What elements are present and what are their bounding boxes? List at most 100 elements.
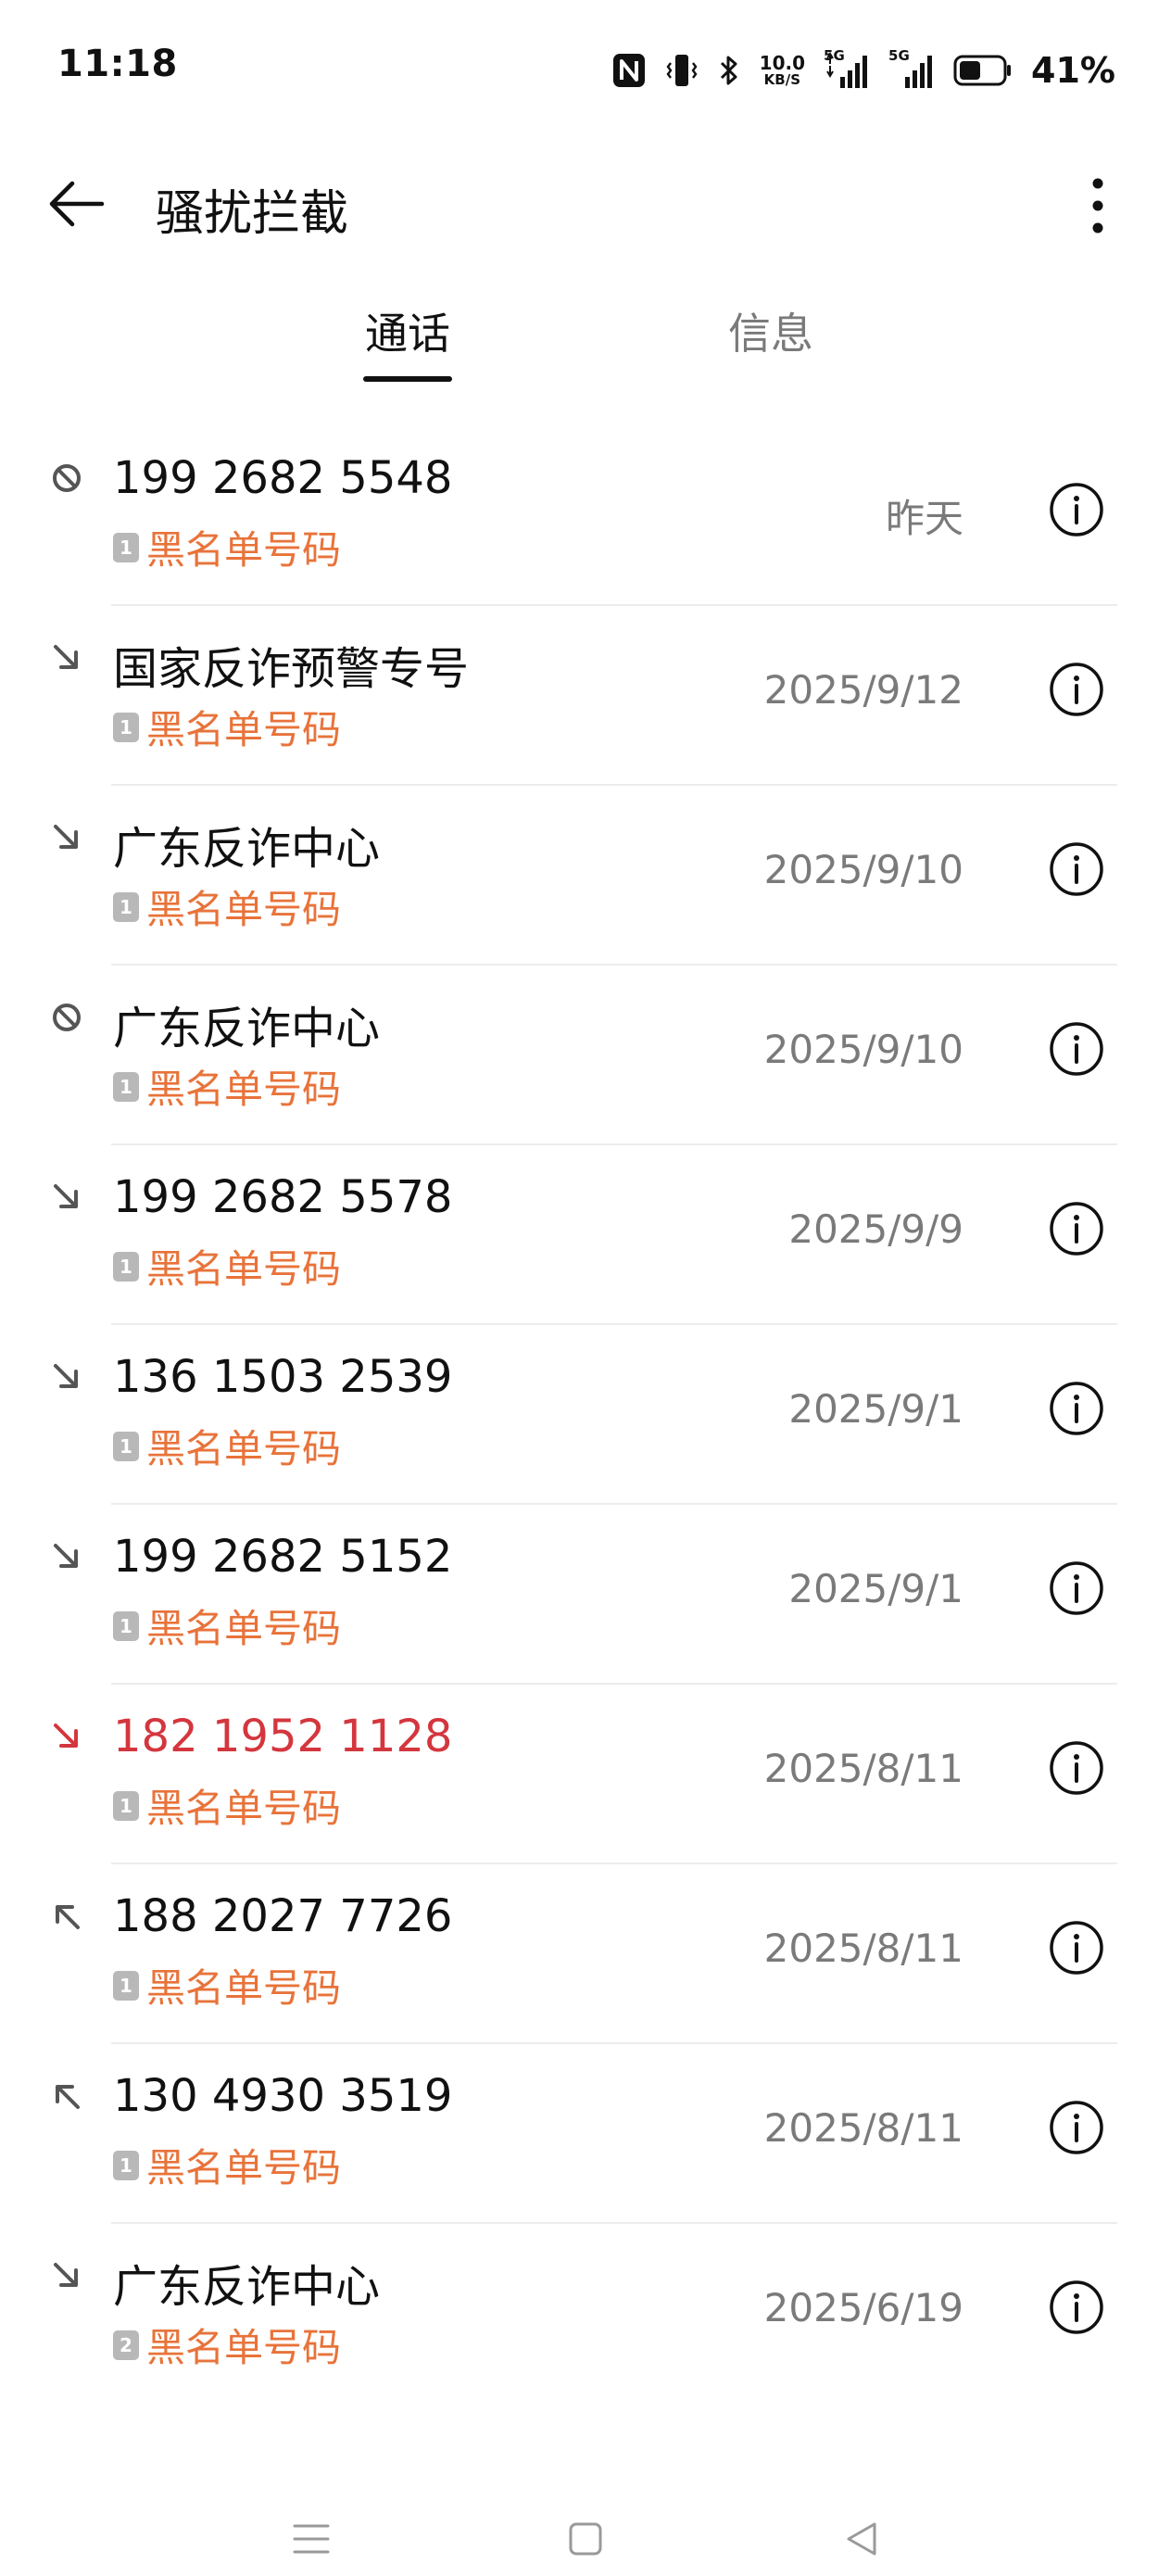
battery-percent: 41% [1031,50,1115,91]
outgoing-call-icon [48,1898,85,1935]
tag-line: 1 黑名单号码 [113,2137,341,2193]
call-date: 昨天 [885,496,963,541]
tag-line: 1 黑名单号码 [113,519,341,575]
call-info-button[interactable] [1047,1918,1106,1977]
call-row[interactable]: 199 2682 5152 1 黑名单号码 2025/9/1 [0,1505,1171,1685]
network-speed-value: 10.0 [759,52,806,74]
incoming-call-icon [48,639,85,676]
blacklist-tag: 黑名单号码 [146,1606,342,1651]
call-row[interactable]: 136 1503 2539 1 黑名单号码 2025/9/1 [0,1325,1171,1505]
caller-name: 广东反诈中心 [113,823,381,875]
blocked-calls-screen: 11:18 10.0 KB/S 5G 5G 41% 骚扰拦截 通话 信息 199… [0,0,1171,2576]
missed-call-icon [48,1718,85,1755]
sim-badge: 1 [113,1071,139,1102]
call-date: 2025/9/10 [763,1027,963,1072]
info-icon [1050,663,1103,716]
page-title: 骚扰拦截 [156,186,349,242]
caller-name: 199 2682 5578 [113,1171,453,1223]
sim-badge: 1 [113,712,139,742]
back-triangle-icon [847,2522,876,2556]
call-date: 2025/9/9 [788,1206,963,1252]
blacklist-tag: 黑名单号码 [146,1067,342,1112]
status-icons: 10.0 KB/S 5G 5G 41% [611,46,1115,95]
tag-line: 1 黑名单号码 [113,1957,341,2014]
sim-badge: 1 [113,1431,139,1461]
call-row[interactable]: 199 2682 5578 1 黑名单号码 2025/9/9 [0,1145,1171,1325]
call-row[interactable]: 国家反诈预警专号 1 黑名单号码 2025/9/12 [0,606,1171,786]
incoming-call-icon [48,1179,85,1216]
call-row[interactable]: 188 2027 7726 1 黑名单号码 2025/8/11 [0,1864,1171,2044]
call-info-button[interactable] [1047,660,1106,719]
system-back-button[interactable] [825,2502,899,2576]
info-icon [1050,1921,1103,1975]
call-date: 2025/9/1 [788,1386,963,1432]
call-row[interactable]: 广东反诈中心 1 黑名单号码 2025/9/10 [0,966,1171,1145]
tag-line: 1 黑名单号码 [113,699,341,755]
signal-1-label: 5G [824,47,845,64]
sim-badge: 1 [113,1790,139,1821]
outgoing-call-icon [48,2077,85,2115]
app-header: 骚扰拦截 [0,158,1171,250]
active-tab-indicator [363,376,452,382]
call-date: 2025/8/11 [763,2105,963,2151]
call-date: 2025/8/11 [763,1926,963,1971]
home-button[interactable] [548,2502,623,2576]
tab-bar: 通话 信息 [0,287,1171,389]
recent-apps-button[interactable] [274,2502,348,2576]
more-options-button[interactable] [1075,170,1121,241]
call-info-button[interactable] [1047,1559,1106,1618]
call-row[interactable]: 广东反诈中心 2 黑名单号码 2025/6/19 [0,2224,1171,2404]
caller-name: 136 1503 2539 [113,1351,453,1403]
tag-line: 1 黑名单号码 [113,878,341,935]
caller-name: 广东反诈中心 [113,1003,381,1054]
call-info-button[interactable] [1047,1019,1106,1079]
sim-badge: 1 [113,1610,139,1641]
blacklist-tag: 黑名单号码 [146,1965,342,2011]
tab-messages[interactable]: 信息 [715,300,826,361]
more-vertical-icon [1092,178,1103,234]
call-date: 2025/6/19 [763,2285,963,2330]
call-info-button[interactable] [1047,480,1106,539]
call-row[interactable]: 广东反诈中心 1 黑名单号码 2025/9/10 [0,786,1171,966]
incoming-call-icon [48,1358,85,1395]
info-icon [1050,1741,1103,1795]
call-info-button[interactable] [1047,1199,1106,1258]
blacklist-tag: 黑名单号码 [146,2325,342,2370]
home-square-icon [569,2522,602,2556]
blacklist-tag: 黑名单号码 [146,2145,342,2191]
call-list: 199 2682 5548 1 黑名单号码 昨天 国家反诈预警专号 1 黑名单号码 2025/… [0,426,1171,2404]
menu-icon [293,2524,330,2554]
tag-line: 1 黑名单号码 [113,1777,341,1834]
sim-badge: 1 [113,1970,139,2001]
call-info-button[interactable] [1047,2278,1106,2337]
network-speed-unit: KB/S [763,71,801,88]
call-info-button[interactable] [1047,840,1106,899]
system-nav-bar [0,2502,1171,2576]
arrow-left-icon [49,181,105,227]
caller-name: 广东反诈中心 [113,2261,381,2313]
call-info-button[interactable] [1047,1738,1106,1798]
tab-calls[interactable]: 通话 [352,300,463,361]
call-date: 2025/8/11 [763,1746,963,1791]
back-button[interactable] [41,174,111,234]
tag-line: 1 黑名单号码 [113,1058,341,1115]
blacklist-tag: 黑名单号码 [146,1786,342,1831]
info-icon [1050,2101,1103,2154]
caller-name: 199 2682 5152 [113,1531,453,1583]
sim-badge: 2 [113,2330,139,2360]
call-row[interactable]: 182 1952 1128 1 黑名单号码 2025/8/11 [0,1685,1171,1864]
call-row[interactable]: 130 4930 3519 1 黑名单号码 2025/8/11 [0,2044,1171,2224]
call-row[interactable]: 199 2682 5548 1 黑名单号码 昨天 [0,426,1171,606]
caller-name: 国家反诈预警专号 [113,643,470,695]
incoming-call-icon [48,819,85,856]
call-info-button[interactable] [1047,2098,1106,2157]
signal-icon: 5G [824,47,870,90]
blacklist-tag: 黑名单号码 [146,527,342,573]
call-info-button[interactable] [1047,1379,1106,1438]
sim-badge: 1 [113,532,139,562]
info-icon [1050,1202,1103,1256]
incoming-call-icon [48,2257,85,2294]
nfc-icon [611,52,647,89]
caller-name: 188 2027 7726 [113,1890,453,1942]
tag-line: 2 黑名单号码 [113,2317,341,2373]
